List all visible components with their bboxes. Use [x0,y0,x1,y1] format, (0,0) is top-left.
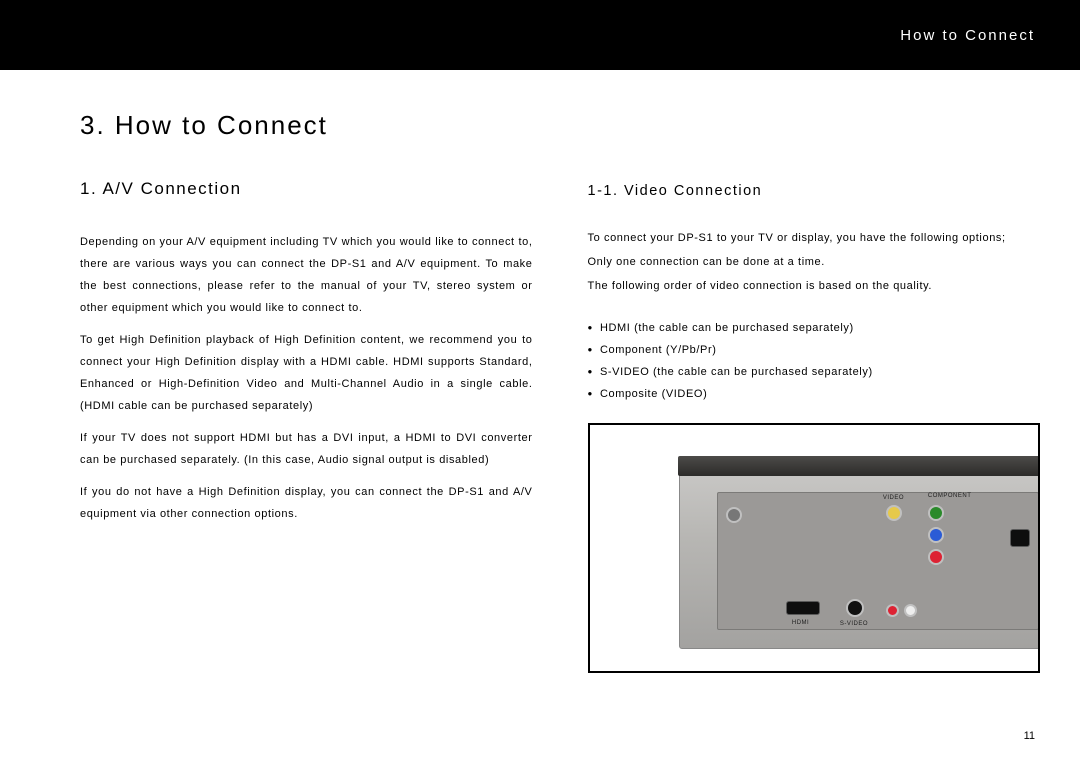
composite-port-icon [886,505,902,521]
component-y-port-icon [928,505,944,521]
page-number: 11 [1024,730,1035,742]
video-intro-1: To connect your DP-S1 to your TV or disp… [588,227,1041,249]
av-para-4: If you do not have a High Definition dis… [80,481,533,525]
component-label: COMPONENT [928,493,972,499]
running-header: How to Connect [0,0,1080,70]
video-intro-3: The following order of video connection … [588,275,1041,297]
device-top-edge [678,456,1040,476]
av-connection-heading: 1. A/V Connection [80,179,533,199]
component-pb-port-icon [928,527,944,543]
device-backplate: HDMI S-VIDEO VIDEO COMPONENT [717,492,1039,630]
lan-port-icon [1010,529,1030,547]
right-column: 1-1. Video Connection To connect your DP… [588,179,1041,673]
list-item: Composite (VIDEO) [588,383,1041,405]
audio-l-port-icon [904,604,917,617]
running-title: How to Connect [900,27,1035,44]
video-connection-heading: 1-1. Video Connection [588,183,1041,199]
two-column-layout: 1. A/V Connection Depending on your A/V … [80,179,1040,673]
list-item: HDMI (the cable can be purchased separat… [588,317,1041,339]
left-column: 1. A/V Connection Depending on your A/V … [80,179,533,673]
audio-r-port-icon [886,604,899,617]
coax-port-icon [726,507,742,523]
video-intro-2: Only one connection can be done at a tim… [588,251,1041,273]
device-rear-figure: HDMI S-VIDEO VIDEO COMPONENT [588,423,1041,673]
list-item: S-VIDEO (the cable can be purchased sepa… [588,361,1041,383]
svideo-port-icon [846,599,864,617]
page-body: 3. How to Connect 1. A/V Connection Depe… [0,70,1080,760]
video-label: VIDEO [883,495,904,501]
av-para-1: Depending on your A/V equipment includin… [80,231,533,319]
svideo-label: S-VIDEO [840,621,868,627]
av-para-3: If your TV does not support HDMI but has… [80,427,533,471]
hdmi-port-icon [786,601,820,615]
chapter-title: 3. How to Connect [80,110,1040,141]
list-item: Component (Y/Pb/Pr) [588,339,1041,361]
av-para-2: To get High Definition playback of High … [80,329,533,417]
hdmi-label: HDMI [792,620,809,626]
component-pr-port-icon [928,549,944,565]
device-body: HDMI S-VIDEO VIDEO COMPONENT [679,465,1040,649]
video-options-list: HDMI (the cable can be purchased separat… [588,317,1041,405]
